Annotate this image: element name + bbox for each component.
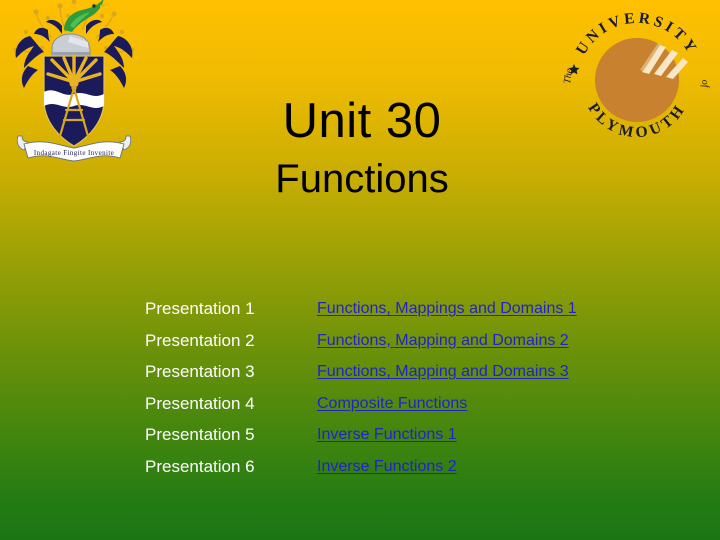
page-title: Unit 30 [282,94,442,148]
list-item: Presentation 3 Functions, Mapping and Do… [145,361,665,393]
presentation-label-1: Presentation 1 [145,299,255,318]
presentation-slide: Indagate Fingite Invenite UNIVERSITY PLY… [0,0,720,540]
list-item: Presentation 1 Functions, Mappings and D… [145,298,665,330]
presentation-link-4[interactable]: Composite Functions [317,393,467,415]
presentation-link-1[interactable]: Functions, Mappings and Domains 1 [317,298,577,320]
list-item: Presentation 5 Inverse Functions 1 [145,424,665,456]
presentation-list: Presentation 1 Functions, Mappings and D… [145,298,665,487]
presentation-label-5: Presentation 5 [145,425,255,444]
presentation-link-3[interactable]: Functions, Mapping and Domains 3 [317,361,569,383]
presentation-link-2[interactable]: Functions, Mapping and Domains 2 [317,330,569,352]
logo-of-text: of [699,79,711,89]
page-subtitle: Functions [275,157,449,201]
presentation-label-2: Presentation 2 [145,330,255,350]
list-item: Presentation 4 Composite Functions [145,393,665,425]
list-item: Presentation 2 Functions, Mapping and Do… [145,330,665,362]
presentation-label-4: Presentation 4 [145,393,255,413]
presentation-link-6[interactable]: Inverse Functions 2 [317,456,457,478]
presentation-label-3: Presentation 3 [145,362,255,381]
presentation-label-6: Presentation 6 [145,456,255,476]
presentation-link-5[interactable]: Inverse Functions 1 [317,424,457,446]
list-item: Presentation 6 Inverse Functions 2 [145,456,665,488]
